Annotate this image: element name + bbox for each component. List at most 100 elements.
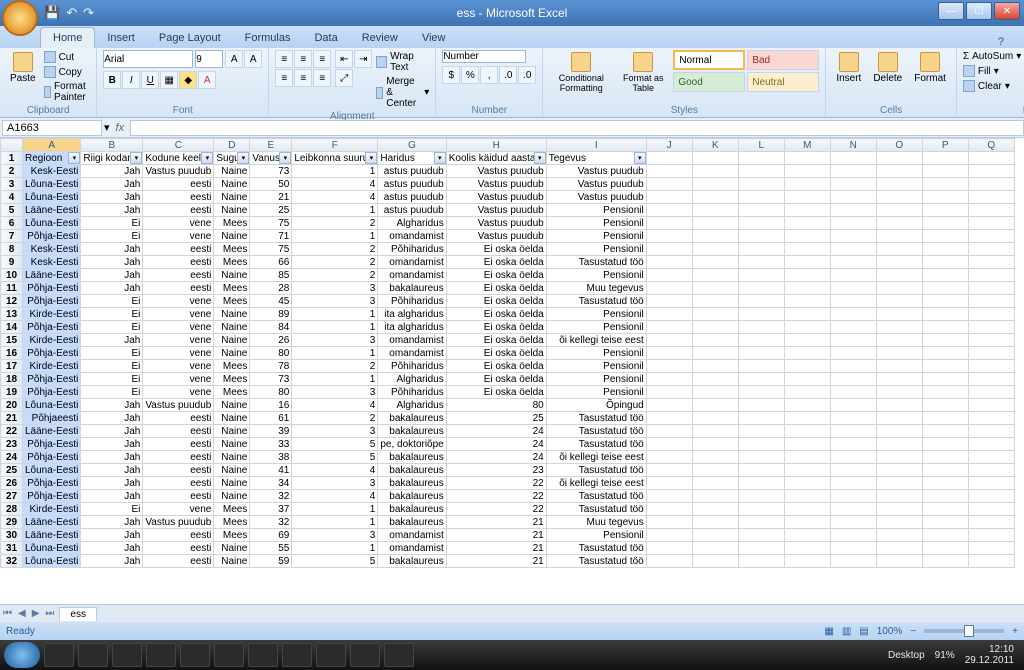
- filter-dropdown-icon[interactable]: ▾: [634, 152, 646, 164]
- cell[interactable]: 26: [250, 334, 292, 347]
- cell[interactable]: [830, 308, 876, 321]
- cell[interactable]: Ei: [81, 347, 143, 360]
- cell[interactable]: eesti: [143, 555, 214, 568]
- cell[interactable]: astus puudub: [378, 165, 446, 178]
- cell[interactable]: bakalaureus: [378, 503, 446, 516]
- cell[interactable]: Vastus puudub: [446, 191, 546, 204]
- col-header-L[interactable]: L: [738, 139, 784, 152]
- cell[interactable]: 4: [292, 178, 378, 191]
- cell[interactable]: 16: [250, 399, 292, 412]
- cell[interactable]: [922, 230, 968, 243]
- cell[interactable]: Ei: [81, 503, 143, 516]
- col-header-P[interactable]: P: [922, 139, 968, 152]
- cell[interactable]: [830, 347, 876, 360]
- filter-header-3[interactable]: Sugu▾: [214, 152, 250, 165]
- cell[interactable]: Naine: [214, 412, 250, 425]
- cell[interactable]: 32: [250, 490, 292, 503]
- tab-page-layout[interactable]: Page Layout: [147, 28, 233, 48]
- cell[interactable]: [968, 425, 1014, 438]
- cell[interactable]: [738, 425, 784, 438]
- cell[interactable]: Vastus puudub: [446, 230, 546, 243]
- cell[interactable]: 3: [292, 386, 378, 399]
- cell[interactable]: 80: [446, 399, 546, 412]
- cell[interactable]: [922, 542, 968, 555]
- cell[interactable]: 59: [250, 555, 292, 568]
- cell[interactable]: [830, 295, 876, 308]
- cell[interactable]: Tasustatud töö: [546, 438, 646, 451]
- cell[interactable]: [876, 230, 922, 243]
- cell[interactable]: Põhja-Eesti: [23, 321, 81, 334]
- cell[interactable]: [968, 230, 1014, 243]
- copy-button[interactable]: Copy: [44, 65, 91, 79]
- close-button[interactable]: ✕: [994, 2, 1020, 20]
- row-header-25[interactable]: 25: [1, 464, 23, 477]
- cell[interactable]: Lõuna-Eesti: [23, 178, 81, 191]
- decrease-decimal-button[interactable]: .0: [518, 66, 536, 84]
- cell[interactable]: [876, 178, 922, 191]
- cell[interactable]: Pensionil: [546, 347, 646, 360]
- filter-header-6[interactable]: Haridus▾: [378, 152, 446, 165]
- cell[interactable]: vene: [143, 321, 214, 334]
- name-box[interactable]: [2, 120, 102, 136]
- cell[interactable]: 1: [292, 542, 378, 555]
- cell[interactable]: Ei oska öelda: [446, 282, 546, 295]
- format-as-table-button[interactable]: Format as Table: [617, 50, 669, 95]
- cell[interactable]: vene: [143, 217, 214, 230]
- cell[interactable]: [692, 217, 738, 230]
- cell[interactable]: Pensionil: [546, 373, 646, 386]
- cell[interactable]: [692, 191, 738, 204]
- cell[interactable]: 5: [292, 451, 378, 464]
- cell[interactable]: bakalaureus: [378, 516, 446, 529]
- cell[interactable]: Lõuna-Eesti: [23, 191, 81, 204]
- cell[interactable]: [968, 503, 1014, 516]
- cell[interactable]: Vastus puudub: [446, 178, 546, 191]
- cell[interactable]: [968, 282, 1014, 295]
- filter-header-0[interactable]: Regioon▾: [23, 152, 81, 165]
- cell-style-neutral[interactable]: Neutral: [747, 72, 819, 92]
- cell[interactable]: [692, 347, 738, 360]
- tab-view[interactable]: View: [410, 28, 458, 48]
- cell[interactable]: [784, 373, 830, 386]
- cell[interactable]: [784, 464, 830, 477]
- cell[interactable]: [830, 373, 876, 386]
- cell[interactable]: vene: [143, 230, 214, 243]
- row-header-8[interactable]: 8: [1, 243, 23, 256]
- filter-dropdown-icon[interactable]: ▾: [201, 152, 213, 164]
- cell[interactable]: [830, 256, 876, 269]
- cell[interactable]: [968, 386, 1014, 399]
- cell[interactable]: [876, 464, 922, 477]
- sheet-tab-ess[interactable]: ess: [59, 607, 97, 621]
- cell[interactable]: [876, 373, 922, 386]
- cell[interactable]: [922, 425, 968, 438]
- cell[interactable]: Jah: [81, 412, 143, 425]
- row-header-19[interactable]: 19: [1, 386, 23, 399]
- cell[interactable]: Lõuna-Eesti: [23, 217, 81, 230]
- filter-dropdown-icon[interactable]: ▾: [237, 152, 249, 164]
- cell[interactable]: [738, 451, 784, 464]
- view-page-layout-icon[interactable]: ▥: [842, 626, 851, 637]
- cell[interactable]: Ei: [81, 217, 143, 230]
- cell[interactable]: 2: [292, 412, 378, 425]
- view-page-break-icon[interactable]: ▤: [859, 626, 868, 637]
- cell[interactable]: 23: [446, 464, 546, 477]
- cell[interactable]: 21: [250, 191, 292, 204]
- cell[interactable]: [830, 334, 876, 347]
- cell[interactable]: [692, 516, 738, 529]
- cell[interactable]: [784, 321, 830, 334]
- cell[interactable]: Vastus puudub: [143, 516, 214, 529]
- cell[interactable]: [922, 477, 968, 490]
- cell[interactable]: Lääne-Eesti: [23, 516, 81, 529]
- cell[interactable]: Algharidus: [378, 399, 446, 412]
- cell[interactable]: Lääne-Eesti: [23, 425, 81, 438]
- cell[interactable]: [968, 152, 1014, 165]
- cell[interactable]: 41: [250, 464, 292, 477]
- cell[interactable]: [646, 529, 692, 542]
- cell[interactable]: astus puudub: [378, 178, 446, 191]
- cell[interactable]: Kesk-Eesti: [23, 256, 81, 269]
- cell[interactable]: [738, 360, 784, 373]
- cell[interactable]: 69: [250, 529, 292, 542]
- cell[interactable]: [968, 542, 1014, 555]
- row-header-1[interactable]: 1: [1, 152, 23, 165]
- task-ie[interactable]: [180, 643, 210, 667]
- cell[interactable]: [646, 269, 692, 282]
